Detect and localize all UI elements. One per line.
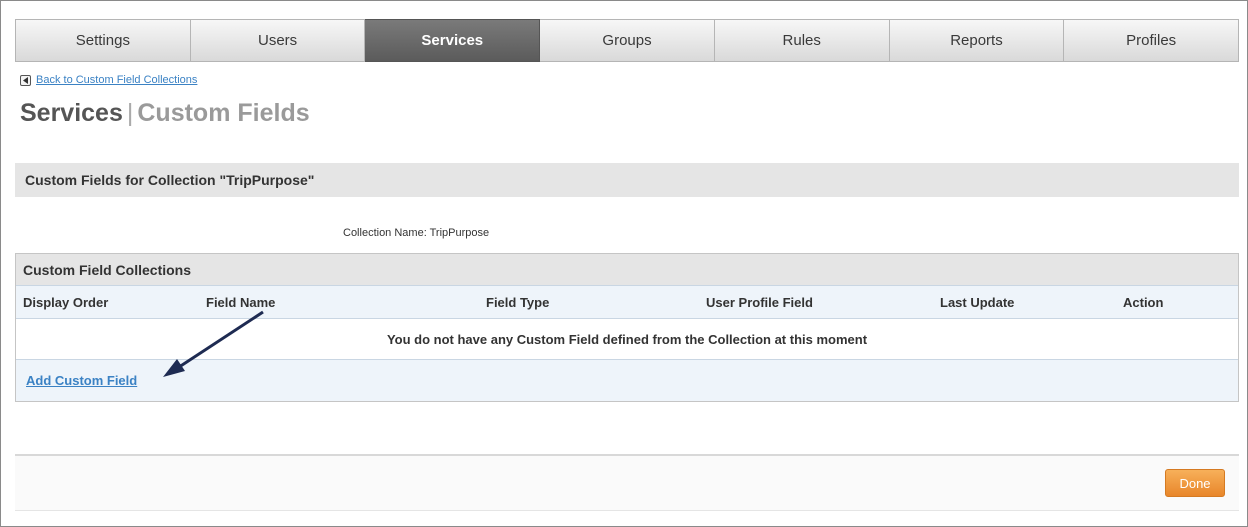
- tab-rules[interactable]: Rules: [714, 19, 890, 62]
- table-header-row: Display Order Field Name Field Type User…: [16, 285, 1238, 319]
- empty-table-message: You do not have any Custom Field defined…: [16, 319, 1238, 360]
- page-title-sub: Custom Fields: [137, 99, 310, 127]
- custom-field-collections-table: Custom Field Collections Display Order F…: [15, 253, 1239, 402]
- section-header: Custom Fields for Collection "TripPurpos…: [15, 163, 1239, 197]
- table-title: Custom Field Collections: [16, 254, 1238, 285]
- back-link-row: Back to Custom Field Collections: [20, 74, 197, 86]
- page-title-separator: |: [126, 99, 134, 127]
- add-custom-field-row: Add Custom Field: [16, 360, 1238, 401]
- collection-name-label: Collection Name: TripPurpose: [343, 227, 490, 239]
- column-header-action: Action: [1123, 295, 1164, 310]
- main-tabs: Settings Users Services Groups Rules Rep…: [15, 19, 1240, 62]
- tab-services[interactable]: Services: [365, 19, 541, 62]
- tab-groups[interactable]: Groups: [540, 19, 715, 62]
- tab-reports[interactable]: Reports: [889, 19, 1065, 62]
- done-button[interactable]: Done: [1165, 469, 1225, 497]
- tab-profiles[interactable]: Profiles: [1064, 19, 1240, 62]
- add-custom-field-link[interactable]: Add Custom Field: [26, 373, 137, 388]
- back-to-collections-link[interactable]: Back to Custom Field Collections: [36, 74, 197, 86]
- tab-settings[interactable]: Settings: [15, 19, 191, 62]
- column-header-field-type[interactable]: Field Type: [486, 295, 549, 310]
- column-header-field-name[interactable]: Field Name: [206, 295, 275, 310]
- tab-users[interactable]: Users: [190, 19, 366, 62]
- back-arrow-icon[interactable]: [20, 74, 31, 86]
- page-title-main: Services: [20, 99, 123, 127]
- footer-bar: Done: [15, 456, 1239, 511]
- column-header-user-profile-field[interactable]: User Profile Field: [706, 295, 813, 310]
- page-title: Services | Custom Fields: [20, 99, 310, 128]
- page-frame: Settings Users Services Groups Rules Rep…: [0, 0, 1248, 527]
- column-header-display-order[interactable]: Display Order: [23, 295, 108, 310]
- column-header-last-update[interactable]: Last Update: [940, 295, 1014, 310]
